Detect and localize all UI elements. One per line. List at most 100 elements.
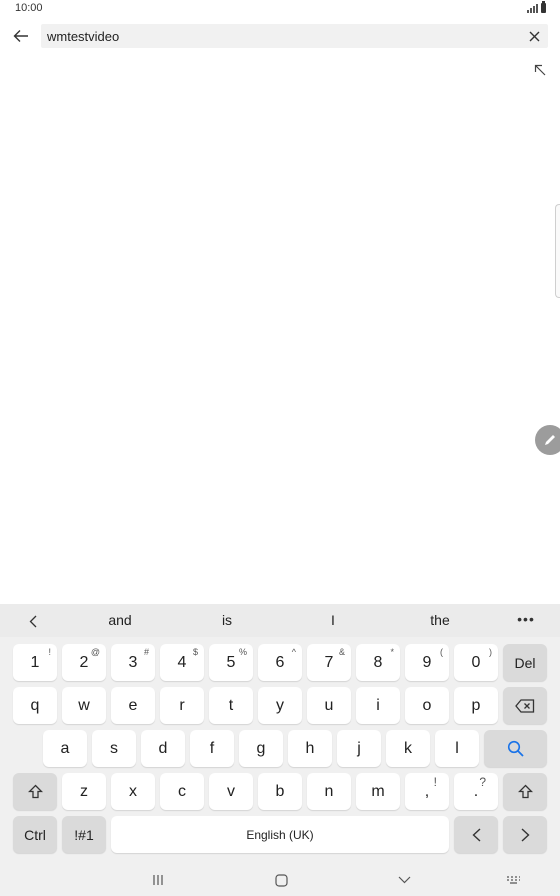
key-s[interactable]: s xyxy=(92,730,136,767)
key-a[interactable]: a xyxy=(43,730,87,767)
key-label: 4 xyxy=(177,653,187,671)
navigation-bar xyxy=(0,864,560,896)
back-button[interactable] xyxy=(8,24,34,48)
key-hint: * xyxy=(390,647,394,657)
key-n[interactable]: n xyxy=(307,773,351,810)
shift-icon xyxy=(517,784,533,799)
key-label: 5 xyxy=(226,653,236,671)
symbols-key[interactable]: !#1 xyxy=(62,816,106,853)
chevron-down-icon xyxy=(398,876,410,884)
status-time: 10:00 xyxy=(15,2,43,14)
space-key[interactable]: English (UK) xyxy=(111,816,449,853)
key-label: 6 xyxy=(275,653,285,671)
key-v[interactable]: v xyxy=(209,773,253,810)
suggestion-back-button[interactable] xyxy=(22,610,44,632)
search-icon xyxy=(507,740,524,757)
search-key[interactable] xyxy=(484,730,547,767)
ctrl-key[interactable]: Ctrl xyxy=(13,816,57,853)
insert-suggestion-button[interactable] xyxy=(530,60,550,80)
key-hint: ? xyxy=(479,775,486,789)
key-hint: # xyxy=(143,647,149,657)
key-hint: ^ xyxy=(291,647,296,657)
key-label: 0 xyxy=(471,653,481,671)
key-8[interactable]: 8 * xyxy=(356,644,400,681)
cursor-left-key[interactable] xyxy=(454,816,498,853)
key-i[interactable]: i xyxy=(356,687,400,724)
key-label: , xyxy=(424,782,430,800)
key-p[interactable]: p xyxy=(454,687,498,724)
status-bar: 10:00 xyxy=(0,0,560,18)
key-label: 9 xyxy=(422,653,432,671)
key-b[interactable]: b xyxy=(258,773,302,810)
arrow-up-left-icon xyxy=(534,64,546,76)
pencil-icon xyxy=(545,435,555,445)
chevron-right-icon xyxy=(521,827,530,842)
key-2[interactable]: 2 @ xyxy=(62,644,106,681)
key-l[interactable]: l xyxy=(435,730,479,767)
suggestion-bar: and is I the ••• xyxy=(0,604,560,637)
key-9[interactable]: 9( xyxy=(405,644,449,681)
key-h[interactable]: h xyxy=(288,730,332,767)
key-comma[interactable]: ,! xyxy=(405,773,449,810)
keyboard-switch-button[interactable] xyxy=(498,869,528,891)
key-label: 2 xyxy=(79,653,89,671)
key-c[interactable]: c xyxy=(160,773,204,810)
key-e[interactable]: e xyxy=(111,687,155,724)
delete-key[interactable]: Del xyxy=(503,644,547,681)
shift-icon xyxy=(27,784,43,799)
clear-search-button[interactable] xyxy=(524,26,544,46)
key-hint: @ xyxy=(90,647,100,657)
key-period[interactable]: .? xyxy=(454,773,498,810)
recent-apps-button[interactable] xyxy=(143,869,173,891)
suggestion-item[interactable]: and xyxy=(80,604,160,637)
key-j[interactable]: j xyxy=(337,730,381,767)
key-w[interactable]: w xyxy=(62,687,106,724)
key-d[interactable]: d xyxy=(141,730,185,767)
edit-button[interactable] xyxy=(535,425,560,455)
key-y[interactable]: y xyxy=(258,687,302,724)
keyboard: and is I the ••• 1! 2 @ 3 # 4 $ 5% 6 ^ 7 & 8 *… xyxy=(0,604,560,864)
key-7[interactable]: 7 & xyxy=(307,644,351,681)
key-6[interactable]: 6 ^ xyxy=(258,644,302,681)
recent-apps-icon xyxy=(153,875,163,885)
key-u[interactable]: u xyxy=(307,687,351,724)
key-1[interactable]: 1! xyxy=(13,644,57,681)
suggestion-item[interactable]: the xyxy=(400,604,480,637)
key-label: . xyxy=(473,782,479,800)
backspace-key[interactable] xyxy=(503,687,547,724)
key-z[interactable]: z xyxy=(62,773,106,810)
hide-keyboard-button[interactable] xyxy=(389,869,419,891)
key-hint: ! xyxy=(48,647,51,657)
key-m[interactable]: m xyxy=(356,773,400,810)
suggestion-item[interactable]: I xyxy=(293,604,373,637)
battery-icon xyxy=(541,1,546,13)
key-0[interactable]: 0) xyxy=(454,644,498,681)
key-o[interactable]: o xyxy=(405,687,449,724)
cursor-right-key[interactable] xyxy=(503,816,547,853)
home-button[interactable] xyxy=(266,869,296,891)
edge-panel-handle[interactable] xyxy=(555,204,560,298)
key-x[interactable]: x xyxy=(111,773,155,810)
key-label: 8 xyxy=(373,653,383,671)
arrow-left-icon xyxy=(13,30,28,42)
key-hint: $ xyxy=(192,647,198,657)
key-hint: ) xyxy=(489,647,492,657)
key-g[interactable]: g xyxy=(239,730,283,767)
key-label: 3 xyxy=(128,653,138,671)
shift-key-right[interactable] xyxy=(503,773,547,810)
home-icon xyxy=(274,873,288,887)
key-5[interactable]: 5% xyxy=(209,644,253,681)
key-f[interactable]: f xyxy=(190,730,234,767)
key-3[interactable]: 3 # xyxy=(111,644,155,681)
key-q[interactable]: q xyxy=(13,687,57,724)
shift-key-left[interactable] xyxy=(13,773,57,810)
key-t[interactable]: t xyxy=(209,687,253,724)
keyboard-icon xyxy=(506,876,520,884)
key-k[interactable]: k xyxy=(386,730,430,767)
suggestion-item[interactable]: is xyxy=(187,604,267,637)
key-4[interactable]: 4 $ xyxy=(160,644,204,681)
search-input[interactable] xyxy=(47,24,517,48)
more-options-icon[interactable]: ••• xyxy=(512,604,540,637)
search-field xyxy=(41,24,548,48)
key-r[interactable]: r xyxy=(160,687,204,724)
